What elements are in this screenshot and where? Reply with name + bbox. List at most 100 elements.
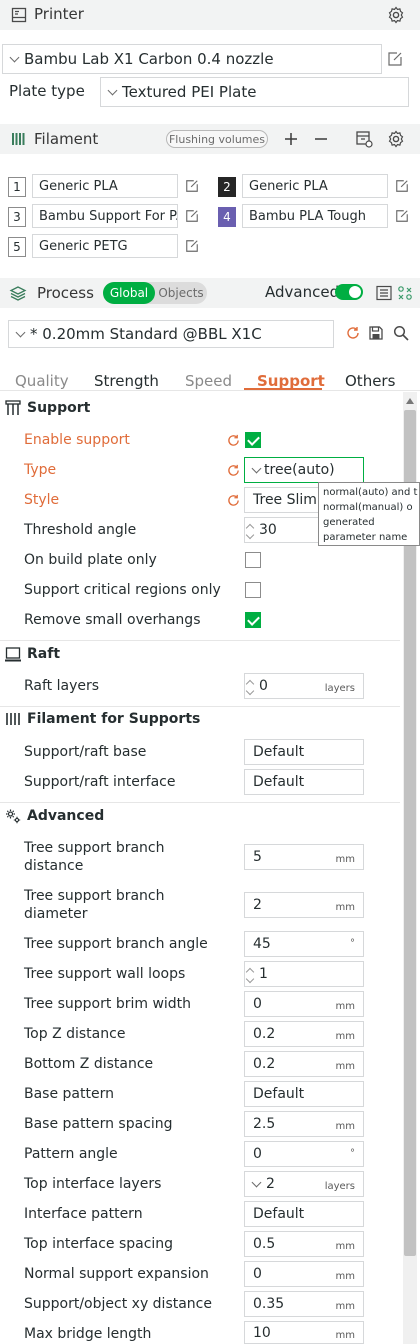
branch-distance-label: Tree support branch distance <box>24 839 165 875</box>
scroll-up-arrow-icon[interactable] <box>403 394 417 408</box>
filament-1-number[interactable]: 1 <box>8 177 26 197</box>
raft-layers-input[interactable]: 0 layers <box>244 673 364 699</box>
max-bridge-length-input[interactable]: 10 mm <box>244 1321 364 1344</box>
threshold-angle-value: 30 <box>259 522 277 538</box>
tooltip-line-2: normal(manual) o <box>323 502 413 513</box>
reset-support-type-icon[interactable] <box>226 463 240 477</box>
max-bridge-length-label: Max bridge length <box>24 1326 152 1342</box>
tab-others[interactable]: Others <box>345 372 395 390</box>
branch-angle-input[interactable]: 45 ° <box>244 931 364 957</box>
filament-3-number[interactable]: 3 <box>8 207 26 227</box>
filament-5-number[interactable]: 5 <box>8 237 26 257</box>
top-z-distance-input[interactable]: 0.2 mm <box>244 1021 364 1047</box>
reset-support-style-icon[interactable] <box>226 493 240 507</box>
advanced-switch-knob <box>349 286 361 298</box>
tooltip-line-4: parameter name <box>323 532 408 543</box>
edit-filament-5-icon[interactable] <box>184 238 200 254</box>
stepper-icon[interactable] <box>245 678 255 696</box>
filament-settings-gear-icon[interactable] <box>386 129 406 149</box>
xy-distance-label: Support/object xy distance <box>24 1296 212 1312</box>
base-pattern-value: Default <box>253 1086 305 1102</box>
support-type-label: Type <box>24 462 57 478</box>
sync-ams-icon[interactable] <box>354 129 374 149</box>
filament-4-select[interactable]: Bambu PLA Tough <box>242 204 388 228</box>
edit-filament-1-icon[interactable] <box>184 178 200 194</box>
brim-width-input[interactable]: 0 mm <box>244 991 364 1017</box>
interface-pattern-select[interactable]: Default <box>244 1201 364 1227</box>
threshold-angle-input[interactable]: 30 <box>244 517 320 543</box>
wall-loops-input[interactable]: 1 <box>244 961 364 987</box>
normal-support-expansion-value: 0 <box>253 1266 262 1282</box>
base-pattern-spacing-value: 2.5 <box>253 1116 276 1132</box>
filament-1-select[interactable]: Generic PLA <box>32 174 178 198</box>
reset-preset-icon[interactable] <box>345 325 361 341</box>
support-raft-base-label: Support/raft base <box>24 744 147 760</box>
interface-pattern-value: Default <box>253 1206 305 1222</box>
support-type-select[interactable]: tree(auto) <box>244 457 364 483</box>
raft-layers-unit: layers <box>324 683 355 694</box>
filament-4-number[interactable]: 4 <box>218 207 236 227</box>
process-preset-select[interactable]: * 0.20mm Standard @BBL X1C <box>8 320 334 348</box>
reset-enable-support-icon[interactable] <box>226 433 240 447</box>
tab-speed[interactable]: Speed <box>185 372 232 390</box>
bottom-z-distance-input[interactable]: 0.2 mm <box>244 1051 364 1077</box>
save-preset-icon[interactable] <box>368 325 384 341</box>
base-pattern-spacing-input[interactable]: 2.5 mm <box>244 1111 364 1137</box>
top-interface-spacing-value: 0.5 <box>253 1236 276 1252</box>
chevron-down-icon <box>9 52 20 62</box>
support-raft-interface-select[interactable]: Default <box>244 769 364 795</box>
toggle-global[interactable]: Global <box>103 282 155 304</box>
filament-title: Filament <box>34 130 99 148</box>
filament-2-number[interactable]: 2 <box>218 177 236 197</box>
support-type-value: tree(auto) <box>264 462 335 478</box>
filament-5-select[interactable]: Generic PETG <box>32 234 178 258</box>
top-interface-spacing-input[interactable]: 0.5 mm <box>244 1231 364 1257</box>
support-style-select[interactable]: Tree Slim <box>244 487 324 513</box>
remove-filament-icon[interactable] <box>312 130 330 148</box>
toggle-objects[interactable]: Objects <box>155 282 207 304</box>
base-pattern-select[interactable]: Default <box>244 1081 364 1107</box>
edit-printer-icon[interactable] <box>386 50 404 68</box>
support-section-title: Support <box>27 400 91 416</box>
edit-filament-4-icon[interactable] <box>394 208 410 224</box>
advanced-section-header: Advanced <box>4 807 104 825</box>
edit-filament-2-icon[interactable] <box>394 178 410 194</box>
plate-type-select[interactable]: Textured PEI Plate <box>100 77 409 107</box>
support-raft-base-select[interactable]: Default <box>244 739 364 765</box>
pattern-angle-input[interactable]: 0 ° <box>244 1141 364 1167</box>
tab-strength[interactable]: Strength <box>94 372 159 390</box>
compare-list-icon[interactable] <box>375 284 393 302</box>
critical-regions-label: Support critical regions only <box>24 582 221 598</box>
raft-divider <box>0 640 400 641</box>
stepper-icon[interactable] <box>245 522 255 540</box>
advanced-label: Advanced <box>265 283 340 301</box>
xy-distance-input[interactable]: 0.35 mm <box>244 1291 364 1317</box>
top-interface-layers-select[interactable]: 2 layers <box>244 1171 364 1197</box>
add-filament-icon[interactable] <box>282 130 300 148</box>
flushing-volumes-button[interactable]: Flushing volumes <box>166 130 268 148</box>
critical-regions-checkbox[interactable] <box>245 582 261 598</box>
branch-diameter-input[interactable]: 2 mm <box>244 892 364 918</box>
plate-type-value: Textured PEI Plate <box>122 83 257 101</box>
advanced-switch[interactable] <box>335 284 363 300</box>
unit-mm: mm <box>335 1271 355 1282</box>
printer-model-select[interactable]: Bambu Lab X1 Carbon 0.4 nozzle <box>2 44 382 74</box>
search-icon[interactable] <box>392 324 410 342</box>
process-sync-icon[interactable] <box>396 284 414 302</box>
remove-small-overhangs-checkbox[interactable] <box>245 612 261 628</box>
enable-support-checkbox[interactable] <box>245 432 261 448</box>
filament-3-select[interactable]: Bambu Support For P... <box>32 204 178 228</box>
edit-filament-3-icon[interactable] <box>184 208 200 224</box>
branch-distance-input[interactable]: 5 mm <box>244 844 364 870</box>
printer-settings-gear-icon[interactable] <box>386 5 406 25</box>
stepper-icon[interactable] <box>245 966 255 984</box>
process-title: Process <box>37 284 94 302</box>
tab-quality[interactable]: Quality <box>15 372 69 390</box>
raft-section-title: Raft <box>27 646 61 662</box>
brim-width-value: 0 <box>253 996 262 1012</box>
normal-support-expansion-input[interactable]: 0 mm <box>244 1261 364 1287</box>
build-plate-only-checkbox[interactable] <box>245 552 261 568</box>
filament-2-select[interactable]: Generic PLA <box>242 174 388 198</box>
raft-section-header: Raft <box>4 645 60 663</box>
raft-layers-value: 0 <box>259 678 268 694</box>
